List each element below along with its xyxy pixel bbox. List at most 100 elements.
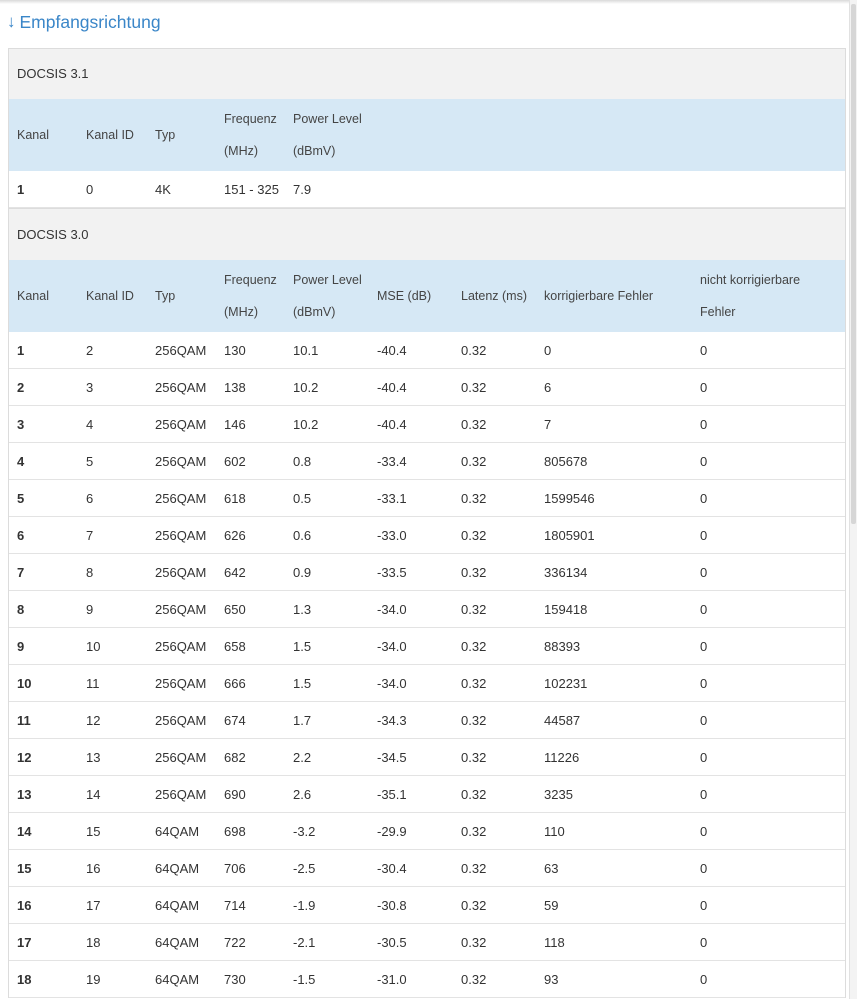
table-cell: 9 <box>78 590 147 628</box>
column-header-label: Power Level <box>293 273 362 287</box>
docsis30-table: Kanal Kanal ID Typ Frequenz (MHz) Power Level… <box>9 260 845 998</box>
table-row: 3 4 256QAM 146 10.2 -40.4 0.32 7 0 <box>9 405 845 443</box>
table-cell: 4 <box>78 405 147 443</box>
column-header-label: Kanal ID <box>86 289 134 303</box>
table-cell: 14 <box>78 775 147 813</box>
column-header: Kanal ID <box>78 99 147 171</box>
table-row: 1 0 4K 151 - 325 7.9 <box>9 171 845 208</box>
table-cell: 11226 <box>536 738 692 776</box>
table-cell: 1.5 <box>285 627 369 665</box>
table-cell: 336134 <box>536 553 692 591</box>
table-cell: 674 <box>216 701 285 739</box>
table-cell: 64QAM <box>147 923 216 961</box>
table-cell: 138 <box>216 368 285 406</box>
table-cell: 256QAM <box>147 701 216 739</box>
column-header: nicht korrigierbare Fehler <box>692 260 845 332</box>
table-row: 16 17 64QAM 714 -1.9 -30.8 0.32 59 0 <box>9 886 845 924</box>
table-cell: 0.32 <box>453 405 536 443</box>
table-cell: 17 <box>9 923 78 961</box>
table-cell: 706 <box>216 849 285 887</box>
table-cell: 130 <box>216 332 285 369</box>
table-cell: 714 <box>216 886 285 924</box>
table-cell: 10.1 <box>285 332 369 369</box>
table-cell: 1 <box>9 332 78 369</box>
table-cell: 0.9 <box>285 553 369 591</box>
column-header-unit: (dBmV) <box>293 144 336 158</box>
table-cell: 10.2 <box>285 405 369 443</box>
column-header: Frequenz (MHz) <box>216 99 285 171</box>
table-cell: 16 <box>9 886 78 924</box>
table-cell: 13 <box>9 775 78 813</box>
table-row: 17 18 64QAM 722 -2.1 -30.5 0.32 118 0 <box>9 923 845 961</box>
table-cell: 0 <box>692 701 845 739</box>
table-cell: 88393 <box>536 627 692 665</box>
table-cell: 1.5 <box>285 664 369 702</box>
table-cell: 0.32 <box>453 479 536 517</box>
table-cell: 93 <box>536 960 692 998</box>
column-header-label: Kanal <box>17 128 49 142</box>
table-cell: 19 <box>78 960 147 998</box>
table-cell: -29.9 <box>369 812 453 850</box>
table-row: 2 3 256QAM 138 10.2 -40.4 0.32 6 0 <box>9 368 845 406</box>
table-cell: 4 <box>9 442 78 480</box>
table-cell: 6 <box>9 516 78 554</box>
table-cell: 15 <box>9 849 78 887</box>
table-cell: 0 <box>692 775 845 813</box>
section-heading[interactable]: ↓ Empfangsrichtung <box>7 8 161 36</box>
docsis31-title: DOCSIS 3.1 <box>9 48 845 99</box>
table-row: 1 2 256QAM 130 10.1 -40.4 0.32 0 0 <box>9 332 845 369</box>
table-cell: 13 <box>78 738 147 776</box>
table-cell: 256QAM <box>147 368 216 406</box>
column-header-label: Typ <box>155 289 176 303</box>
table-cell: 0.32 <box>453 516 536 554</box>
table-cell: 0.32 <box>453 701 536 739</box>
scrollbar-thumb[interactable] <box>851 4 856 524</box>
table-cell: 0.32 <box>453 849 536 887</box>
table-row: 11 12 256QAM 674 1.7 -34.3 0.32 44587 0 <box>9 701 845 739</box>
table-cell: 0 <box>692 960 845 998</box>
section-heading-label: Empfangsrichtung <box>19 12 161 32</box>
table-cell: 7 <box>9 553 78 591</box>
column-header: Typ <box>147 99 216 171</box>
table-cell: 0 <box>692 627 845 665</box>
table-cell: -34.5 <box>369 738 453 776</box>
table-cell: 18 <box>78 923 147 961</box>
column-header-label: Typ <box>155 128 176 142</box>
table-cell: 3 <box>78 368 147 406</box>
table-cell: 658 <box>216 627 285 665</box>
table-cell: 0.32 <box>453 368 536 406</box>
table-cell: 602 <box>216 442 285 480</box>
table-cell: 11 <box>9 701 78 739</box>
table-cell: 6 <box>78 479 147 517</box>
table-cell: 0 <box>692 590 845 628</box>
table-cell: 0 <box>692 849 845 887</box>
table-cell: -2.5 <box>285 849 369 887</box>
table-cell: 805678 <box>536 442 692 480</box>
table-row: 14 15 64QAM 698 -3.2 -29.9 0.32 110 0 <box>9 812 845 850</box>
table-cell: 3 <box>9 405 78 443</box>
table-cell: 618 <box>216 479 285 517</box>
table-cell: 0.32 <box>453 886 536 924</box>
table-cell: 7 <box>78 516 147 554</box>
table-cell: 17 <box>78 886 147 924</box>
column-header-label: Kanal ID <box>86 128 134 142</box>
table-cell: 7.9 <box>285 171 845 208</box>
table-cell: 8 <box>78 553 147 591</box>
table-cell: 0 <box>692 812 845 850</box>
table-cell: 256QAM <box>147 553 216 591</box>
table-row: 5 6 256QAM 618 0.5 -33.1 0.32 1599546 0 <box>9 479 845 517</box>
table-cell: 4K <box>147 171 216 208</box>
table-cell: 6 <box>536 368 692 406</box>
docsis31-header-row: Kanal Kanal ID Typ Frequenz (MHz) Power Level… <box>9 99 845 171</box>
column-header: Power Level (dBmV) <box>285 99 845 171</box>
table-cell: 64QAM <box>147 960 216 998</box>
table-cell: -40.4 <box>369 405 453 443</box>
table-cell: 63 <box>536 849 692 887</box>
table-cell: 3235 <box>536 775 692 813</box>
table-cell: 118 <box>536 923 692 961</box>
table-cell: 0.5 <box>285 479 369 517</box>
table-cell: 146 <box>216 405 285 443</box>
table-cell: 0 <box>692 553 845 591</box>
table-row: 18 19 64QAM 730 -1.5 -31.0 0.32 93 0 <box>9 960 845 998</box>
table-cell: 0.32 <box>453 960 536 998</box>
